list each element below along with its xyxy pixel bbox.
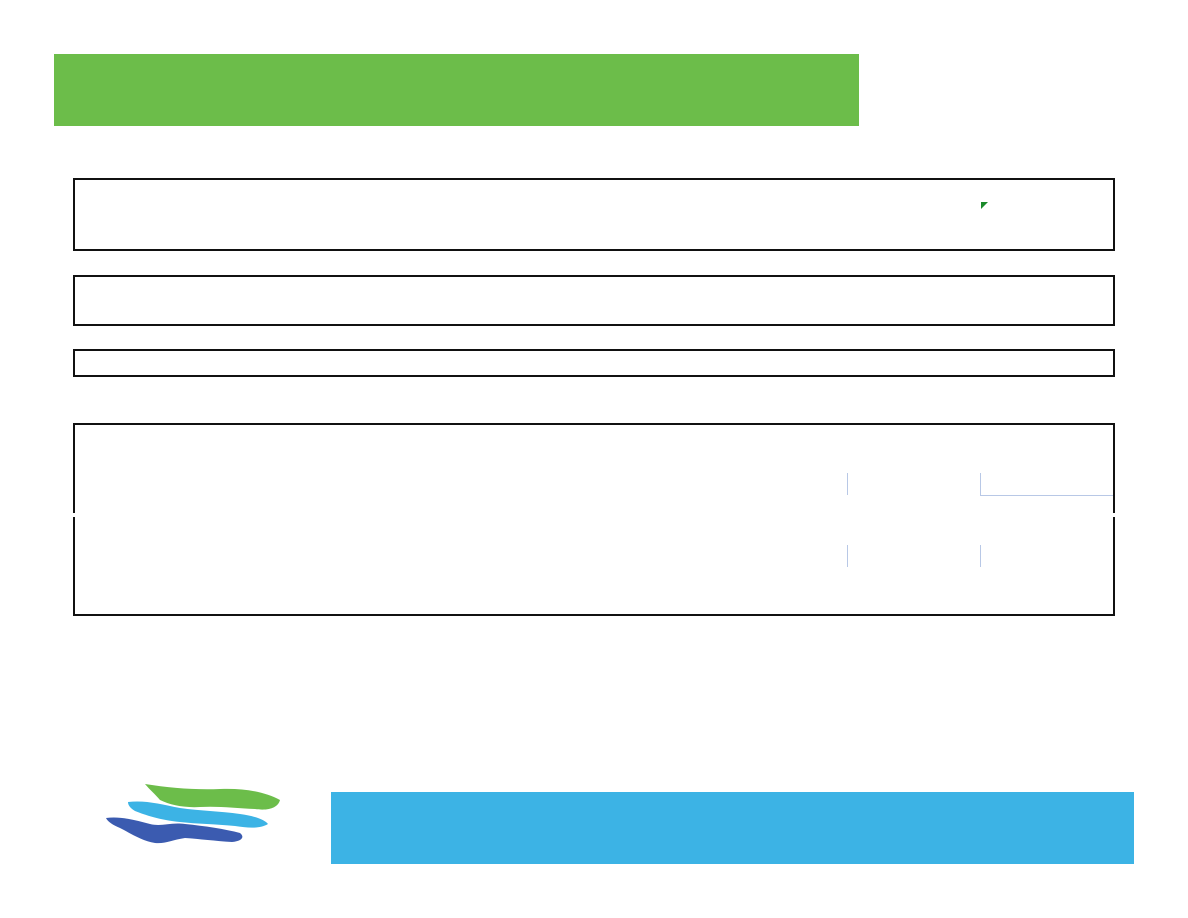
table-row bbox=[90, 440, 830, 500]
table-column-rule bbox=[847, 473, 848, 495]
table-column-rule bbox=[847, 545, 848, 567]
table-row-rule bbox=[980, 495, 1113, 496]
brushstroke-logo-icon bbox=[106, 784, 280, 844]
table-row bbox=[90, 525, 830, 585]
table-row-separator bbox=[73, 513, 1115, 517]
comment-marker-icon bbox=[981, 202, 988, 209]
content-box-1 bbox=[73, 178, 1115, 251]
content-box-3 bbox=[73, 349, 1115, 377]
footer-banner bbox=[331, 792, 1134, 864]
content-box-2 bbox=[73, 275, 1115, 326]
title-banner bbox=[54, 54, 859, 126]
table-column-rule bbox=[980, 473, 981, 495]
table-column-rule bbox=[980, 545, 981, 567]
